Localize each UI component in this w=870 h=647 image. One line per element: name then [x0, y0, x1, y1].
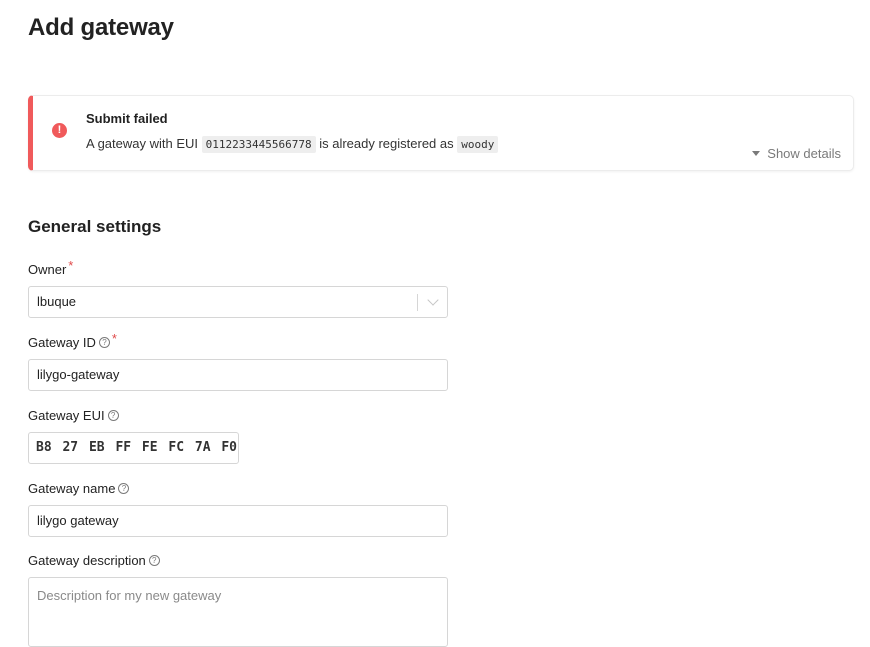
- owner-value: lbuque: [37, 294, 77, 309]
- gateway-description-label: Gateway description?: [28, 552, 448, 570]
- gateway-description-input[interactable]: Description for my new gateway: [28, 577, 448, 647]
- gateway-name-label: Gateway name?: [28, 480, 448, 498]
- gateway-eui-field: Gateway EUI? B8 27 EB FF FE FC 7A F0: [28, 407, 239, 464]
- gateway-id-label: Gateway ID? *: [28, 331, 117, 350]
- required-asterisk: *: [111, 331, 117, 346]
- gateway-eui-label: Gateway EUI?: [28, 407, 239, 425]
- help-icon[interactable]: ?: [118, 483, 130, 495]
- gateway-name-input[interactable]: lilygo gateway: [28, 505, 448, 537]
- owner-select[interactable]: lbuque: [28, 286, 448, 318]
- help-icon[interactable]: ?: [107, 410, 119, 422]
- caret-down-icon: [752, 151, 761, 157]
- message-middle: is already registered as: [319, 136, 454, 151]
- page-title: Add gateway: [28, 14, 174, 41]
- chevron-down-icon[interactable]: [427, 294, 439, 306]
- gateway-eui-input[interactable]: B8 27 EB FF FE FC 7A F0: [28, 432, 239, 464]
- select-separator: [417, 294, 418, 311]
- section-title: General settings: [28, 217, 162, 236]
- owner-label: Owner *: [28, 258, 74, 277]
- show-details-button[interactable]: Show details: [752, 146, 841, 161]
- notification-message: A gateway with EUI 0112233445566778 is a…: [86, 136, 499, 153]
- gateway-name-field: Gateway name? lilygo gateway: [28, 480, 448, 537]
- help-icon[interactable]: ?: [98, 337, 110, 349]
- gateway-description-field: Gateway description? Description for my …: [28, 552, 448, 647]
- gateway-id-input[interactable]: lilygo-gateway: [28, 359, 448, 391]
- notification-title: Submit failed: [86, 111, 168, 126]
- error-icon: !: [52, 123, 67, 138]
- eui-code: 0112233445566778: [201, 136, 316, 153]
- gateway-id-field: Gateway ID? * lilygo-gateway: [28, 331, 448, 391]
- error-notification: ! Submit failed A gateway with EUI 01122…: [28, 95, 854, 171]
- owner-code: woody: [457, 136, 499, 153]
- message-prefix: A gateway with EUI: [86, 136, 198, 151]
- owner-field: Owner * lbuque: [28, 258, 448, 318]
- show-details-label: Show details: [767, 146, 841, 161]
- help-icon[interactable]: ?: [148, 555, 160, 567]
- required-asterisk: *: [68, 258, 74, 273]
